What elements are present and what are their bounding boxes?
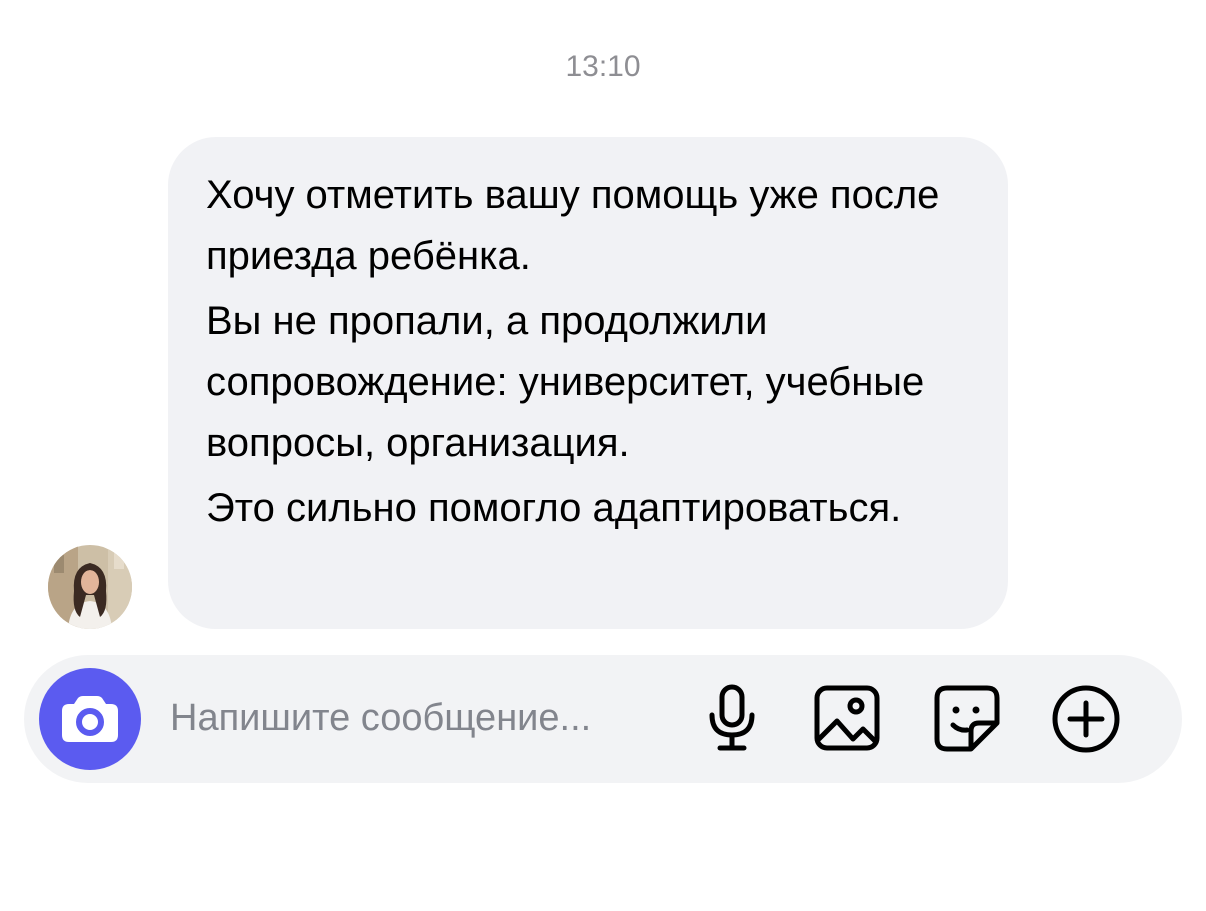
- sticker-button[interactable]: [929, 681, 1005, 757]
- image-icon: [814, 685, 880, 751]
- message-input[interactable]: Напишите сообщение...: [170, 697, 591, 740]
- microphone-icon: [709, 684, 755, 751]
- message-timestamp: 13:10: [565, 50, 641, 83]
- camera-icon: [62, 696, 118, 742]
- incoming-message-bubble[interactable]: Хочу отметить вашу помощь уже после прие…: [168, 137, 1008, 629]
- message-text-line: Вы не пропали, а продолжили сопровождени…: [206, 299, 925, 465]
- avatar-photo-icon: [48, 545, 132, 629]
- voice-message-button[interactable]: [694, 681, 770, 757]
- chat-screen: 13:10 Хочу отметить вашу помощь уже посл…: [0, 0, 1206, 911]
- plus-circle-icon: [1052, 685, 1120, 753]
- message-text-line: Это сильно помогло адаптироваться.: [206, 486, 902, 530]
- message-composer: Напишите сообщение...: [24, 655, 1182, 783]
- camera-button[interactable]: [39, 668, 141, 770]
- sender-avatar[interactable]: [48, 545, 132, 629]
- message-text-line: Хочу отметить вашу помощь уже после прие…: [206, 173, 940, 278]
- more-actions-button[interactable]: [1048, 681, 1124, 757]
- sticker-icon: [934, 685, 1000, 752]
- attach-image-button[interactable]: [809, 681, 885, 757]
